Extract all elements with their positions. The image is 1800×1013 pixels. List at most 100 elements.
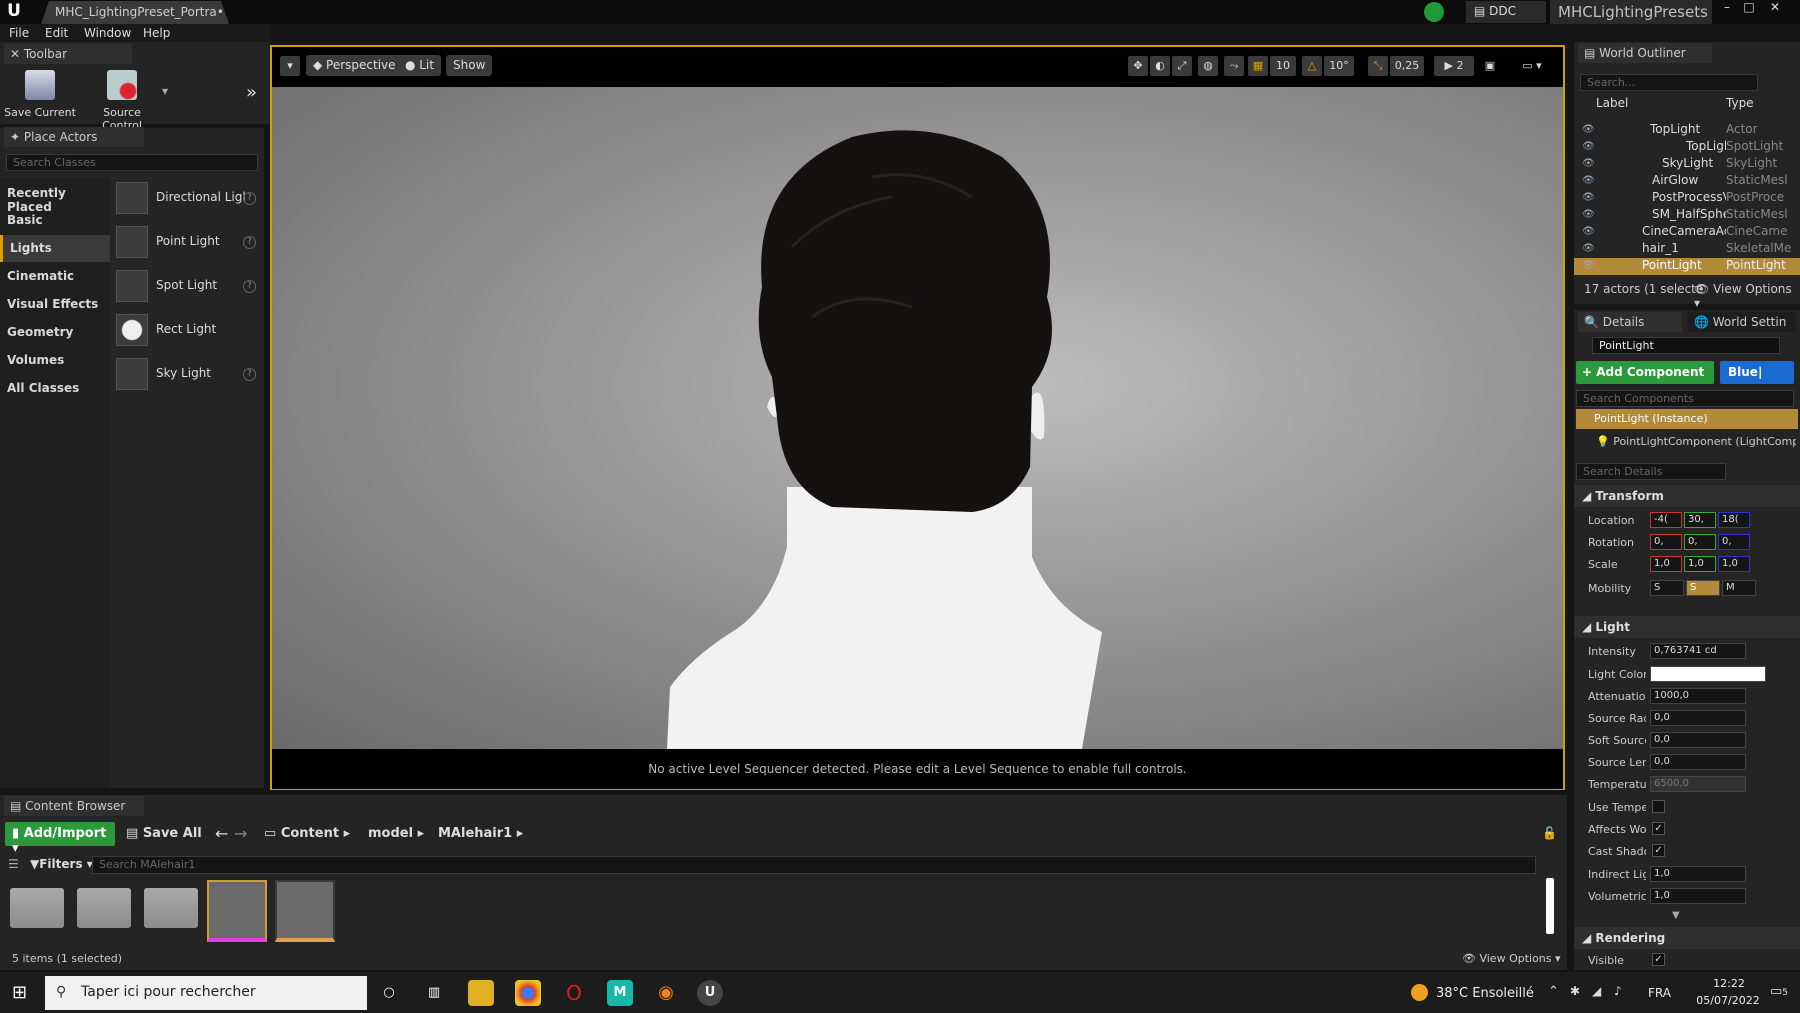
outliner-row[interactable]: 👁 TopLigl SpotLight	[1574, 139, 1800, 156]
category-volumes[interactable]: Volumes	[0, 347, 110, 374]
mobility-stationary[interactable]: S	[1686, 580, 1720, 596]
cast-shadows-checkbox[interactable]: ✓	[1652, 844, 1665, 857]
metahuman-icon[interactable]: M	[607, 980, 633, 1006]
visibility-icon[interactable]: 👁	[1582, 260, 1595, 271]
camera-speed-button[interactable]: ▶ 2	[1434, 56, 1474, 76]
grid-snap-icon[interactable]: ▦	[1248, 56, 1268, 76]
location-y[interactable]: 30,	[1684, 512, 1716, 528]
save-all-button[interactable]: ▤ Save All	[126, 826, 202, 841]
point-light-component-row[interactable]: 💡 PointLightComponent (LightCompor	[1596, 435, 1796, 448]
path-model[interactable]: model ▸	[368, 826, 424, 841]
grid-snap-value[interactable]: 10	[1270, 56, 1296, 76]
language-indicator[interactable]: FRA	[1648, 986, 1671, 1000]
advanced-expand-icon[interactable]: ▼	[1672, 910, 1680, 921]
scale-y[interactable]: 1,0	[1684, 556, 1716, 572]
light-section[interactable]: ◢ Light	[1574, 616, 1800, 638]
visibility-icon[interactable]: 👁	[1582, 226, 1595, 237]
document-tab[interactable]: MHC_LightingPreset_Portra•	[41, 1, 229, 24]
menu-help[interactable]: Help	[143, 26, 170, 40]
notification-icon[interactable]: ▭5	[1770, 984, 1788, 999]
layout-icon[interactable]: ▭ ▾	[1508, 56, 1556, 76]
source-length-input[interactable]: 0,0	[1650, 754, 1746, 770]
forward-arrow-icon[interactable]: →	[234, 824, 247, 843]
world-local-icon[interactable]: ◍	[1198, 56, 1218, 76]
folder-item[interactable]	[144, 888, 198, 928]
search-components-input[interactable]: Search Components	[1576, 390, 1794, 407]
intensity-input[interactable]: 0,763741 cd	[1650, 643, 1746, 659]
source-control-button[interactable]: Source Control	[82, 66, 162, 132]
surface-snap-icon[interactable]: ⤳	[1224, 56, 1244, 76]
scale-z[interactable]: 1,0	[1718, 556, 1750, 572]
category-lights[interactable]: Lights	[0, 235, 110, 262]
light-color-swatch[interactable]	[1650, 666, 1766, 682]
cortana-icon[interactable]: ○	[376, 980, 402, 1006]
rotate-icon[interactable]: ◐	[1150, 56, 1170, 76]
visibility-icon[interactable]: 👁	[1582, 192, 1595, 203]
windows-start-icon[interactable]: ⊞	[12, 982, 32, 1003]
content-browser-tab[interactable]: ▤ Content Browser	[4, 796, 144, 816]
visibility-icon[interactable]: 👁	[1582, 243, 1595, 254]
outliner-row[interactable]: 👁 TopLight Actor	[1574, 122, 1800, 139]
search-details-input[interactable]: Search Details	[1576, 463, 1726, 480]
folder-item[interactable]	[77, 888, 131, 928]
opera-icon[interactable]: O	[561, 980, 587, 1006]
rotation-x[interactable]: 0,	[1650, 534, 1682, 550]
outliner-row-selected[interactable]: 👁 PointLight PointLight	[1574, 258, 1800, 275]
task-view-icon[interactable]: ▥	[421, 980, 447, 1006]
world-outliner-tab[interactable]: ▤ World Outliner	[1578, 43, 1712, 63]
rendering-section[interactable]: ◢ Rendering	[1574, 927, 1800, 949]
content-view-options[interactable]: 👁 View Options ▾	[1462, 952, 1561, 965]
path-content[interactable]: ▭ Content ▸	[264, 826, 350, 841]
place-actors-tab[interactable]: ✦ Place Actors	[4, 127, 144, 147]
minimize-button[interactable]: –	[1716, 0, 1738, 16]
clock-time[interactable]: 12:22	[1703, 977, 1755, 990]
save-current-button[interactable]: Save Current	[0, 66, 80, 122]
location-x[interactable]: -4(	[1650, 512, 1682, 528]
category-cinematic[interactable]: Cinematic	[0, 263, 110, 290]
outliner-row[interactable]: 👁 AirGlow StaticMesl	[1574, 173, 1800, 190]
add-component-button[interactable]: + Add Component	[1576, 361, 1714, 384]
visibility-icon[interactable]: 👁	[1582, 158, 1595, 169]
asset-thumbnail-selected[interactable]	[207, 880, 267, 942]
outliner-row[interactable]: 👁 SM_HalfSpherStaticMesl	[1574, 207, 1800, 224]
rotation-z[interactable]: 0,	[1718, 534, 1750, 550]
outliner-row[interactable]: 👁 CineCameraActcCineCame	[1574, 224, 1800, 241]
show-button[interactable]: Show	[446, 55, 493, 76]
lit-button[interactable]: ● Lit	[398, 55, 442, 76]
indirect-input[interactable]: 1,0	[1650, 866, 1746, 882]
asset-thumbnail[interactable]	[275, 880, 335, 942]
taskbar-search-box[interactable]: Taper ici pour rechercher	[45, 976, 367, 1010]
sources-panel-icon[interactable]: ☰	[8, 857, 19, 871]
actor-spot-light[interactable]: Spot Light?	[116, 266, 260, 306]
outliner-row[interactable]: 👁 SkyLight SkyLight	[1574, 156, 1800, 173]
menu-edit[interactable]: Edit	[45, 26, 68, 40]
chrome-icon[interactable]	[515, 980, 541, 1006]
lock-icon[interactable]: 🔓	[1542, 826, 1557, 840]
actor-point-light[interactable]: Point Light?	[116, 222, 260, 262]
filters-button[interactable]: ▼Filters ▾	[30, 857, 93, 871]
viewport-scene[interactable]	[272, 87, 1563, 749]
content-scrollbar[interactable]	[1546, 878, 1554, 934]
mobility-static[interactable]: S	[1650, 580, 1684, 596]
scale-snap-icon[interactable]: ⤡	[1368, 56, 1388, 76]
outliner-row[interactable]: 👁 hair_1 SkeletalMe	[1574, 241, 1800, 258]
component-instance-row[interactable]: PointLight (Instance)	[1576, 409, 1798, 429]
source-control-status-icon[interactable]	[1424, 2, 1444, 22]
maximize-button[interactable]: □	[1738, 0, 1760, 16]
network-icon[interactable]: ◢	[1592, 984, 1601, 998]
mobility-movable[interactable]: M	[1722, 580, 1756, 596]
actor-name-input[interactable]: PointLight	[1592, 337, 1780, 354]
soft-source-input[interactable]: 0,0	[1650, 732, 1746, 748]
help-icon[interactable]: ?	[243, 192, 256, 205]
scale-snap-value[interactable]: 0,25	[1390, 56, 1424, 76]
use-temperature-checkbox[interactable]	[1652, 800, 1665, 813]
maximize-viewport-icon[interactable]: ▣	[1480, 56, 1500, 76]
help-icon[interactable]: ?	[243, 368, 256, 381]
actor-sky-light[interactable]: Sky Light?	[116, 354, 260, 394]
category-basic[interactable]: Basic	[0, 207, 110, 234]
category-geometry[interactable]: Geometry	[0, 319, 110, 346]
folder-item[interactable]	[10, 888, 64, 928]
add-import-button[interactable]: ▮ Add/Import ▾	[5, 822, 115, 856]
close-button[interactable]: ✕	[1764, 0, 1786, 16]
tray-chevron-icon[interactable]: ⌃	[1548, 984, 1559, 999]
